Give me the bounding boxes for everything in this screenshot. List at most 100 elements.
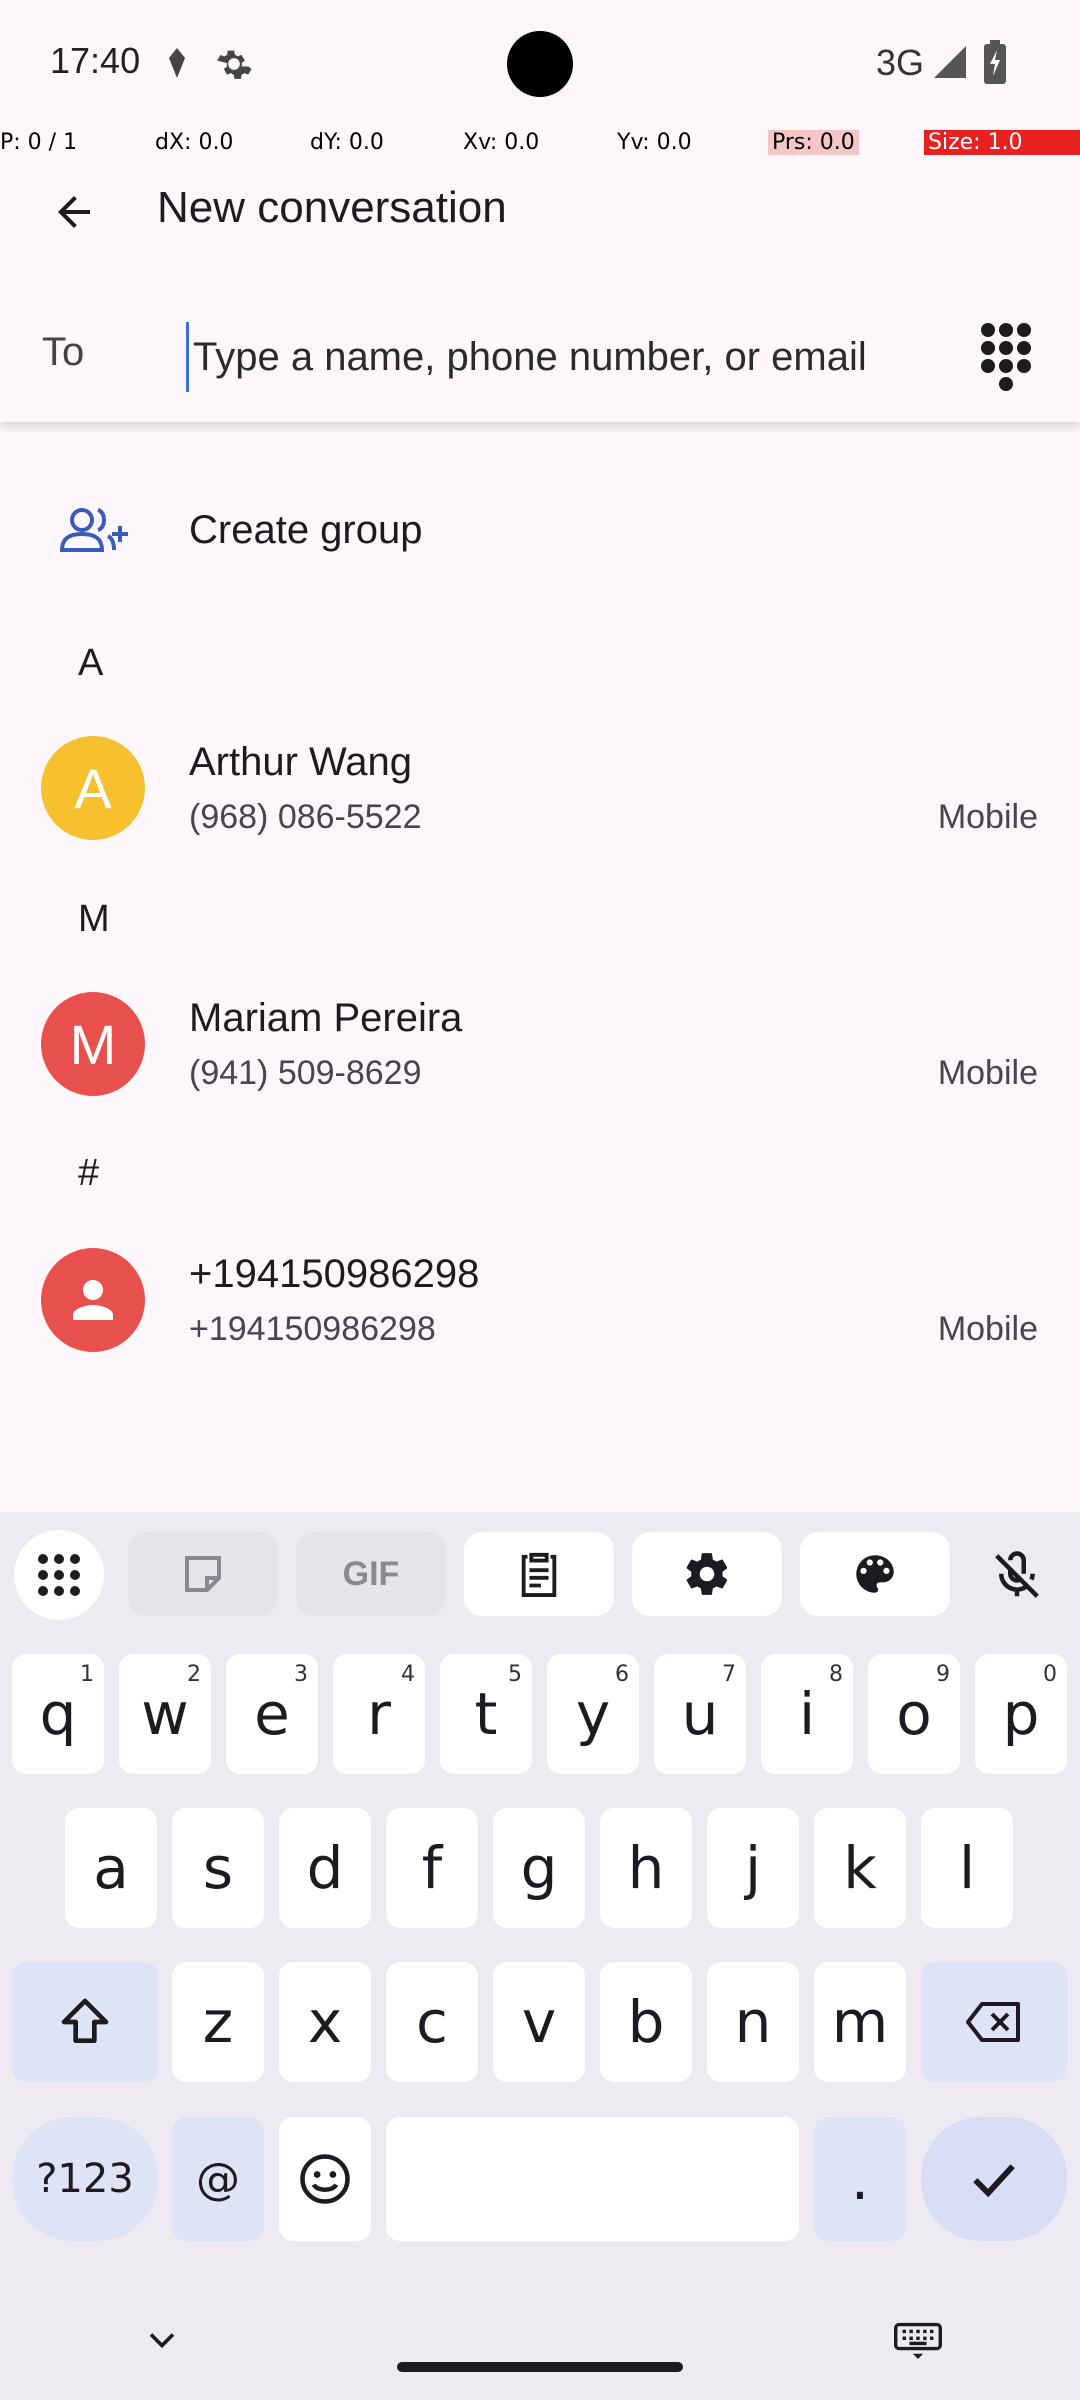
dialpad-button[interactable] <box>966 322 1046 394</box>
contact-name: Arthur Wang <box>189 740 413 784</box>
avatar-initial: A <box>74 756 112 820</box>
key-r[interactable]: r4 <box>333 1654 425 1774</box>
key-label: n <box>734 1988 772 2056</box>
key-p[interactable]: p0 <box>975 1654 1067 1774</box>
create-group-row[interactable] <box>0 470 1080 590</box>
debug-yv: Yv: 0.0 <box>617 130 692 155</box>
apps-grid-icon <box>38 1554 80 1596</box>
symbols-key[interactable]: ?123 <box>12 2117 158 2241</box>
gear-icon <box>686 1553 728 1595</box>
sticker-button[interactable] <box>128 1532 278 1616</box>
key-label: x <box>307 1988 343 2056</box>
key-q[interactable]: q1 <box>12 1654 104 1774</box>
contact-name: Mariam Pereira <box>189 996 463 1040</box>
emoji-icon <box>300 2154 350 2204</box>
notification-icon <box>164 46 190 85</box>
debug-xv: Xv: 0.0 <box>463 130 540 155</box>
key-l[interactable]: l <box>921 1808 1013 1928</box>
settings-status-icon <box>214 44 254 89</box>
key-label: l <box>958 1834 976 1902</box>
key-d[interactable]: d <box>279 1808 371 1928</box>
contact-row[interactable] <box>0 975 1080 1115</box>
gesture-handle[interactable] <box>397 2362 683 2372</box>
key-y[interactable]: y6 <box>547 1654 639 1774</box>
pointer-debug-overlay: P: 0 / 1 dX: 0.0 dY: 0.0 Xv: 0.0 Yv: 0.0… <box>0 130 1080 158</box>
mic-off-button[interactable] <box>990 1548 1044 1609</box>
hide-keyboard-button[interactable] <box>140 2318 184 2367</box>
contact-row[interactable] <box>0 1230 1080 1370</box>
key-z[interactable]: z <box>172 1962 264 2082</box>
key-w[interactable]: w2 <box>119 1654 211 1774</box>
contact-row[interactable] <box>0 720 1080 860</box>
keyboard-settings-button[interactable] <box>632 1532 782 1616</box>
key-g[interactable]: g <box>493 1808 585 1928</box>
gif-button[interactable]: GIF <box>296 1532 446 1616</box>
group-add-icon <box>59 506 128 559</box>
shift-key[interactable] <box>12 1962 158 2082</box>
clipboard-icon <box>521 1552 557 1597</box>
debug-dy: dY: 0.0 <box>310 130 384 155</box>
key-label: w <box>141 1680 189 1748</box>
at-key[interactable]: @ <box>172 2117 264 2241</box>
contact-name: +194150986298 <box>189 1252 480 1296</box>
theme-button[interactable] <box>800 1532 950 1616</box>
key-label: @ <box>196 2153 240 2205</box>
switch-keyboard-button[interactable] <box>894 2318 942 2367</box>
period-key[interactable]: . <box>814 2117 906 2241</box>
recipient-input[interactable] <box>186 322 906 392</box>
sticker-icon <box>185 1556 221 1592</box>
section-header: # <box>78 1152 100 1194</box>
key-m[interactable]: m <box>814 1962 906 2082</box>
key-label: v <box>521 1988 557 2056</box>
key-hint: 6 <box>615 1662 629 1687</box>
key-k[interactable]: k <box>814 1808 906 1928</box>
avatar-initial: M <box>69 1012 117 1076</box>
key-f[interactable]: f <box>386 1808 478 1928</box>
section-header: A <box>78 642 104 684</box>
keyboard-apps-button[interactable] <box>14 1530 104 1620</box>
key-label: r <box>367 1680 391 1748</box>
key-e[interactable]: e3 <box>226 1654 318 1774</box>
key-hint: 0 <box>1043 1662 1057 1687</box>
key-hint: 3 <box>294 1662 308 1687</box>
key-label: t <box>474 1680 498 1748</box>
key-label: k <box>843 1834 877 1902</box>
emoji-key[interactable] <box>279 2117 371 2241</box>
key-u[interactable]: u7 <box>654 1654 746 1774</box>
key-label: p <box>1002 1680 1040 1748</box>
key-i[interactable]: i8 <box>761 1654 853 1774</box>
key-label: c <box>416 1988 448 2056</box>
backspace-icon <box>966 2002 1020 2042</box>
key-hint: 2 <box>187 1662 201 1687</box>
key-c[interactable]: c <box>386 1962 478 2082</box>
enter-key[interactable] <box>921 2117 1067 2241</box>
key-o[interactable]: o9 <box>868 1654 960 1774</box>
key-j[interactable]: j <box>707 1808 799 1928</box>
key-label: h <box>627 1834 665 1902</box>
key-t[interactable]: t5 <box>440 1654 532 1774</box>
key-label: s <box>202 1834 234 1902</box>
palette-icon <box>856 1555 894 1593</box>
clipboard-button[interactable] <box>464 1532 614 1616</box>
signal-icon <box>932 44 968 85</box>
key-h[interactable]: h <box>600 1808 692 1928</box>
backspace-key[interactable] <box>921 1962 1067 2082</box>
keyboard <box>0 1512 1080 2400</box>
key-b[interactable]: b <box>600 1962 692 2082</box>
key-label: f <box>421 1834 443 1902</box>
key-v[interactable]: v <box>493 1962 585 2082</box>
dialpad-icon <box>981 323 1031 391</box>
key-a[interactable]: a <box>65 1808 157 1928</box>
key-s[interactable]: s <box>172 1808 264 1928</box>
network-type: 3G <box>876 42 925 83</box>
key-x[interactable]: x <box>279 1962 371 2082</box>
key-label: e <box>254 1680 290 1748</box>
key-n[interactable]: n <box>707 1962 799 2082</box>
space-key[interactable] <box>386 2117 799 2241</box>
key-label: . <box>850 2145 870 2213</box>
contact-phone: (941) 509-8629 <box>189 1054 422 1092</box>
contact-phone-type: Mobile <box>937 1310 1038 1348</box>
back-button[interactable] <box>38 176 110 248</box>
key-label: a <box>93 1834 129 1902</box>
key-label: d <box>306 1834 344 1902</box>
